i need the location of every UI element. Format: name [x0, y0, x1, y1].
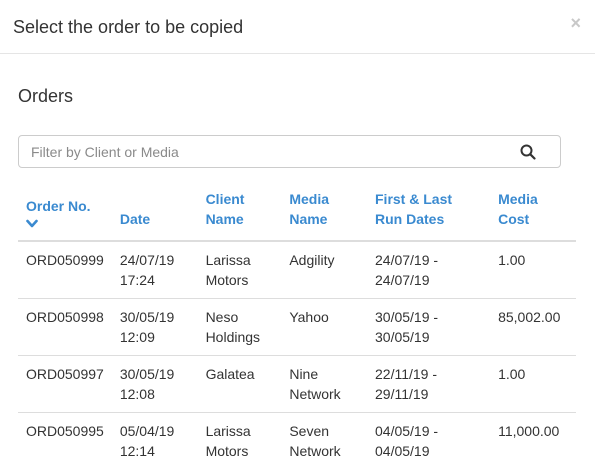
table-row[interactable]: ORD050999 24/07/19 17:24 Larissa Motors … [18, 241, 576, 298]
cell-run-dates: 22/11/19 - 29/11/19 [367, 354, 491, 412]
cell-cost: 11,000.00 [490, 411, 576, 467]
cell-run-dates: 30/05/19 - 30/05/19 [367, 297, 491, 355]
column-header-run-dates[interactable]: First & Last Run Dates [367, 186, 491, 242]
column-header-date[interactable]: Date [111, 186, 198, 242]
cell-media: Adgility [289, 252, 335, 268]
chevron-down-icon[interactable] [26, 219, 38, 229]
cell-cost: 1.00 [490, 354, 576, 412]
table-row[interactable]: ORD050995 05/04/19 12:14 Larissa Motors … [18, 411, 576, 467]
orders-table: Order No. Date Client Name Media Name Fi… [18, 186, 576, 467]
cell-media: Seven Network [281, 411, 367, 467]
cell-order-no: ORD050999 [26, 252, 104, 268]
cell-order-no: ORD050995 [18, 411, 112, 467]
search-icon[interactable] [520, 144, 536, 160]
section-title: Orders [18, 86, 74, 106]
filter-box [18, 135, 561, 168]
column-header-label: Order No. [26, 198, 91, 214]
column-header-media-cost[interactable]: Media Cost [490, 186, 576, 242]
cell-date: 30/05/19 12:08 [111, 354, 198, 412]
cell-cost: 85,002.00 [490, 297, 576, 355]
cell-media: Yahoo [281, 297, 367, 355]
close-icon[interactable]: × [570, 14, 581, 32]
column-header-order-no[interactable]: Order No. [18, 186, 112, 242]
cell-run-dates: 24/07/19 - 24/07/19 [375, 252, 439, 288]
cell-media: Nine Network [281, 354, 367, 412]
table-row[interactable]: ORD050998 30/05/19 12:09 Neso Holdings Y… [18, 297, 576, 355]
cell-run-dates: 04/05/19 - 04/05/19 [367, 411, 491, 467]
column-header-client-name[interactable]: Client Name [197, 186, 282, 242]
cell-client: Galatea [197, 354, 282, 412]
cell-date: 24/07/19 17:24 [119, 252, 175, 288]
cell-cost: 1.00 [498, 252, 526, 268]
cell-order-no: ORD050997 [18, 354, 112, 412]
cell-client: Larissa Motors [197, 411, 282, 467]
cell-order-no: ORD050998 [18, 297, 112, 355]
modal-header: Select the order to be copied × [0, 0, 595, 54]
cell-date: 30/05/19 12:09 [111, 297, 198, 355]
column-header-media-name[interactable]: Media Name [281, 186, 367, 242]
filter-input[interactable] [19, 136, 509, 167]
table-row[interactable]: ORD050997 30/05/19 12:08 Galatea Nine Ne… [18, 354, 576, 412]
modal-title: Select the order to be copied [13, 17, 244, 37]
table-header-row: Order No. Date Client Name Media Name Fi… [18, 186, 576, 242]
cell-date: 05/04/19 12:14 [111, 411, 198, 467]
cell-client: Larissa Motors [205, 252, 251, 288]
cell-client: Neso Holdings [197, 297, 282, 355]
